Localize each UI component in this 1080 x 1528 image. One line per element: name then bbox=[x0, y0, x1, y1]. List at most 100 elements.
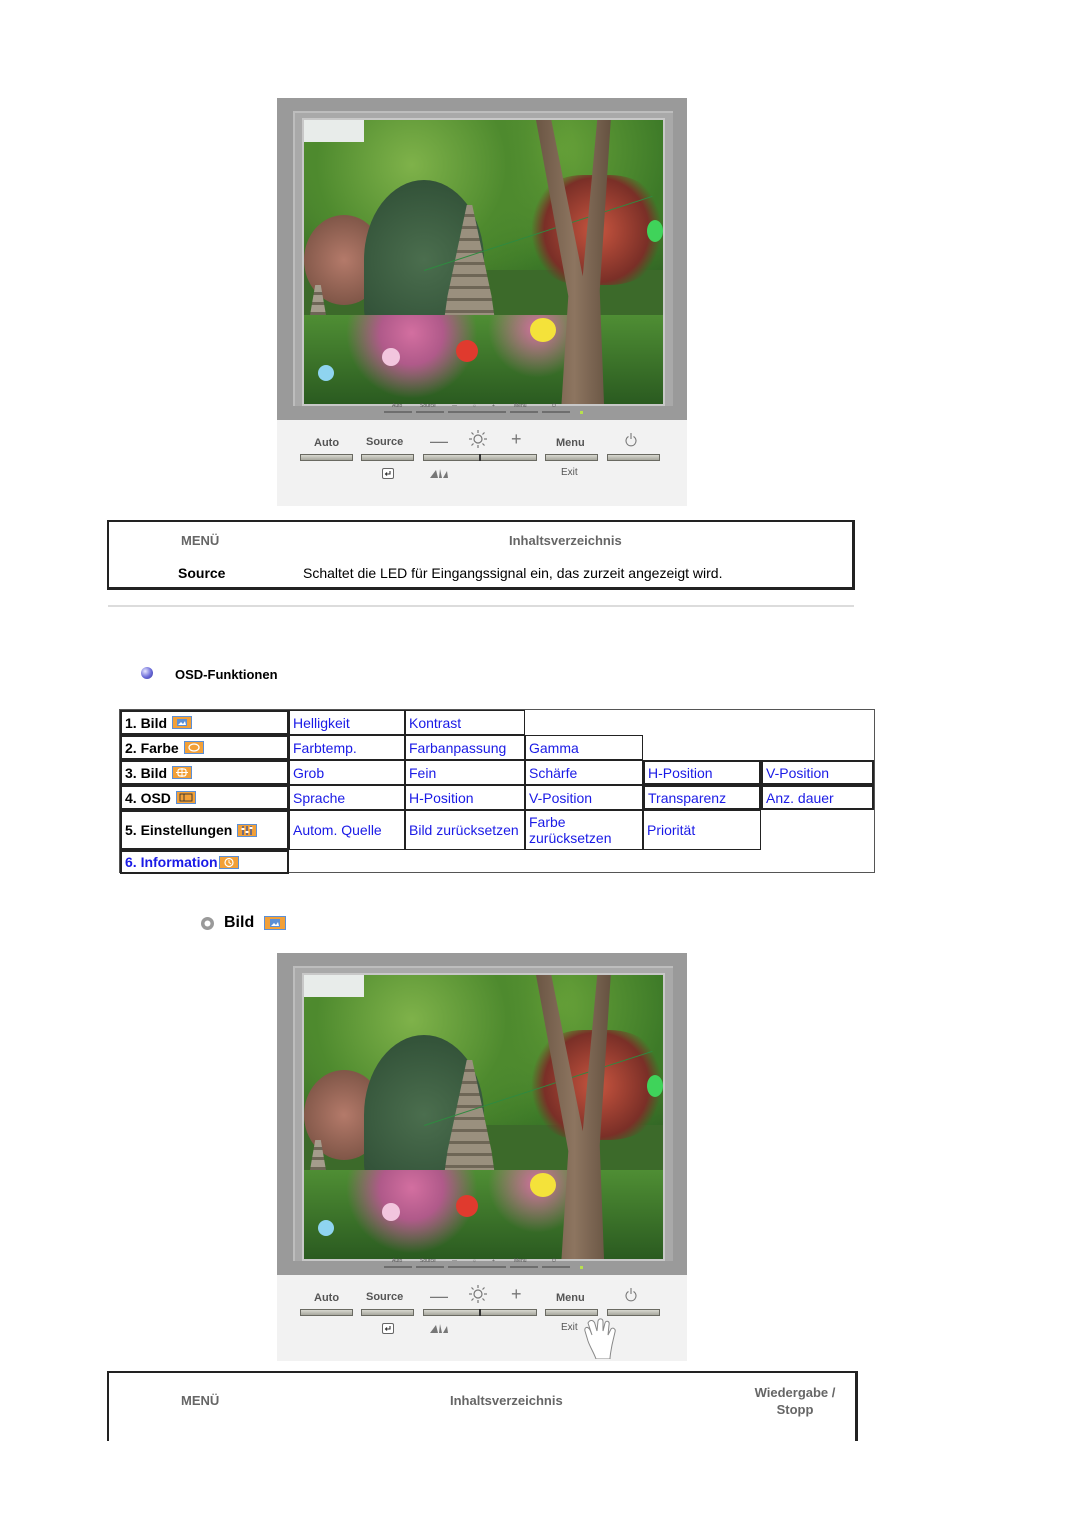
osd-row-bild-3[interactable]: 3. Bild bbox=[120, 760, 289, 785]
osd-item[interactable]: Priorität bbox=[643, 810, 761, 850]
auto-button[interactable] bbox=[300, 1309, 353, 1316]
osd-row-bild-1[interactable]: 1. Bild bbox=[120, 710, 289, 735]
image-adjust-icon bbox=[172, 766, 193, 779]
source-row-label: Source bbox=[178, 565, 226, 581]
mini-plus-label: + bbox=[492, 403, 495, 409]
osd-item[interactable]: H-Position bbox=[405, 785, 525, 810]
osd-item[interactable]: Autom. Quelle bbox=[289, 810, 405, 850]
osd-icon bbox=[175, 791, 196, 804]
enter-icon bbox=[382, 1323, 394, 1334]
osd-row-osd[interactable]: 4. OSD bbox=[120, 785, 289, 810]
auto-button[interactable] bbox=[300, 454, 353, 461]
osd-item[interactable]: V-Position bbox=[761, 760, 874, 785]
menu-column-header: MENÜ bbox=[181, 1393, 220, 1408]
osd-item[interactable]: Grob bbox=[289, 760, 405, 785]
mini-menu-label: Menu bbox=[514, 1258, 527, 1264]
mini-menu-label: Menu bbox=[514, 403, 527, 409]
osd-row-label: 1. Bild bbox=[125, 714, 168, 731]
osd-item[interactable]: Bild zurücksetzen bbox=[405, 810, 525, 850]
contents-column-header: Inhaltsverzeichnis bbox=[509, 533, 622, 548]
control-panel: Auto Source — + Menu Exit bbox=[277, 420, 687, 506]
enter-icon bbox=[382, 468, 394, 479]
mini-auto-label: Auto bbox=[392, 1258, 403, 1264]
osd-row-label: 3. Bild bbox=[125, 764, 168, 781]
minus-button-label: — bbox=[430, 1286, 448, 1306]
mini-control-strip: Auto Source — ☼ + Menu ⏻ bbox=[372, 403, 583, 419]
magic-bright-icon bbox=[430, 469, 448, 478]
osd-item[interactable]: Helligkeit bbox=[289, 710, 405, 735]
power-icon bbox=[625, 1288, 637, 1302]
exit-label: Exit bbox=[561, 1322, 578, 1333]
control-panel: Auto Source — + Menu Exit bbox=[277, 1275, 687, 1361]
plus-button-label: + bbox=[511, 1284, 522, 1304]
osd-item[interactable]: Anz. dauer bbox=[761, 785, 874, 810]
menu-button-label: Menu bbox=[556, 437, 585, 449]
monitor-screen-photo bbox=[302, 118, 665, 406]
contents-column-header: Inhaltsverzeichnis bbox=[450, 1393, 563, 1408]
power-led bbox=[580, 411, 583, 414]
mini-brightness-label: ☼ bbox=[472, 1258, 477, 1264]
power-icon bbox=[625, 433, 637, 447]
auto-button-label: Auto bbox=[314, 437, 340, 449]
osd-row-label: 4. OSD bbox=[125, 789, 171, 806]
monitor-bezel: Auto Source — ☼ + Menu ⏻ bbox=[277, 953, 687, 1275]
power-button[interactable] bbox=[607, 454, 660, 461]
source-info-table: MENÜ Inhaltsverzeichnis Source Schaltet … bbox=[107, 520, 855, 590]
mini-plus-label: + bbox=[492, 1258, 495, 1264]
source-button-label: Source bbox=[366, 1291, 404, 1303]
mini-power-label: ⏻ bbox=[552, 1258, 556, 1264]
bild-title-text: Bild bbox=[224, 914, 255, 931]
brightness-slider-button[interactable] bbox=[423, 454, 537, 461]
osd-item[interactable]: Transparenz bbox=[643, 785, 761, 810]
osd-item[interactable]: Schärfe bbox=[525, 760, 643, 785]
osd-row-label: 6. Information bbox=[125, 854, 218, 870]
menu-button[interactable] bbox=[545, 454, 598, 461]
osd-row-einstellungen[interactable]: 5. Einstellungen bbox=[120, 810, 289, 850]
power-button[interactable] bbox=[607, 1309, 660, 1316]
osd-item[interactable]: V-Position bbox=[525, 785, 643, 810]
menu-button[interactable] bbox=[545, 1309, 598, 1316]
mini-brightness-label: ☼ bbox=[472, 403, 477, 409]
osd-row-farbe[interactable]: 2. Farbe bbox=[120, 735, 289, 760]
osd-item[interactable]: Farbanpassung bbox=[405, 735, 525, 760]
monitor-bezel: Auto Source — ☼ + Menu ⏻ bbox=[277, 98, 687, 420]
picture-icon bbox=[172, 716, 193, 729]
osd-section-title: OSD-Funktionen bbox=[175, 667, 278, 682]
bild-info-table: MENÜ Inhaltsverzeichnis Wiedergabe / Sto… bbox=[107, 1371, 858, 1441]
osd-row-information[interactable]: 6. Information bbox=[120, 850, 289, 874]
osd-row-label: 2. Farbe bbox=[125, 739, 179, 756]
brightness-slider-button[interactable] bbox=[423, 1309, 537, 1316]
arrow-circle-icon bbox=[201, 917, 214, 930]
exit-label: Exit bbox=[561, 467, 578, 478]
plus-button-label: + bbox=[511, 429, 522, 449]
brightness-icon bbox=[469, 1285, 487, 1303]
osd-item[interactable]: Sprache bbox=[289, 785, 405, 810]
mini-source-label: Source bbox=[420, 1258, 436, 1264]
bullet-icon bbox=[141, 667, 153, 679]
osd-item[interactable]: Farbe zurücksetzen bbox=[525, 810, 643, 850]
source-button[interactable] bbox=[361, 454, 414, 461]
monitor-screen-photo bbox=[302, 973, 665, 1261]
osd-item[interactable]: Fein bbox=[405, 760, 525, 785]
source-button-label: Source bbox=[366, 436, 404, 448]
source-button[interactable] bbox=[361, 1309, 414, 1316]
menu-button-label: Menu bbox=[556, 1292, 585, 1304]
play-stop-column-header[interactable]: Wiedergabe / Stopp bbox=[743, 1384, 847, 1418]
mini-control-strip: Auto Source — ☼ + Menu ⏻ bbox=[372, 1258, 583, 1274]
hand-pointer-icon bbox=[584, 1318, 616, 1359]
magic-bright-icon bbox=[430, 1324, 448, 1333]
osd-item[interactable]: Kontrast bbox=[405, 710, 525, 735]
mini-power-label: ⏻ bbox=[552, 403, 556, 409]
auto-button-label: Auto bbox=[314, 1292, 340, 1304]
section-divider bbox=[108, 605, 854, 607]
osd-item[interactable]: H-Position bbox=[643, 760, 761, 785]
setup-icon bbox=[237, 823, 258, 837]
osd-item[interactable]: Farbtemp. bbox=[289, 735, 405, 760]
osd-row-label: 5. Einstellungen bbox=[125, 822, 233, 838]
osd-item[interactable]: Gamma bbox=[525, 735, 643, 760]
mini-source-label: Source bbox=[420, 403, 436, 409]
picture-icon bbox=[263, 915, 286, 930]
bild-section-title: Bild bbox=[224, 914, 286, 932]
color-icon bbox=[183, 741, 204, 754]
source-row-description: Schaltet die LED für Eingangssignal ein,… bbox=[303, 565, 723, 581]
